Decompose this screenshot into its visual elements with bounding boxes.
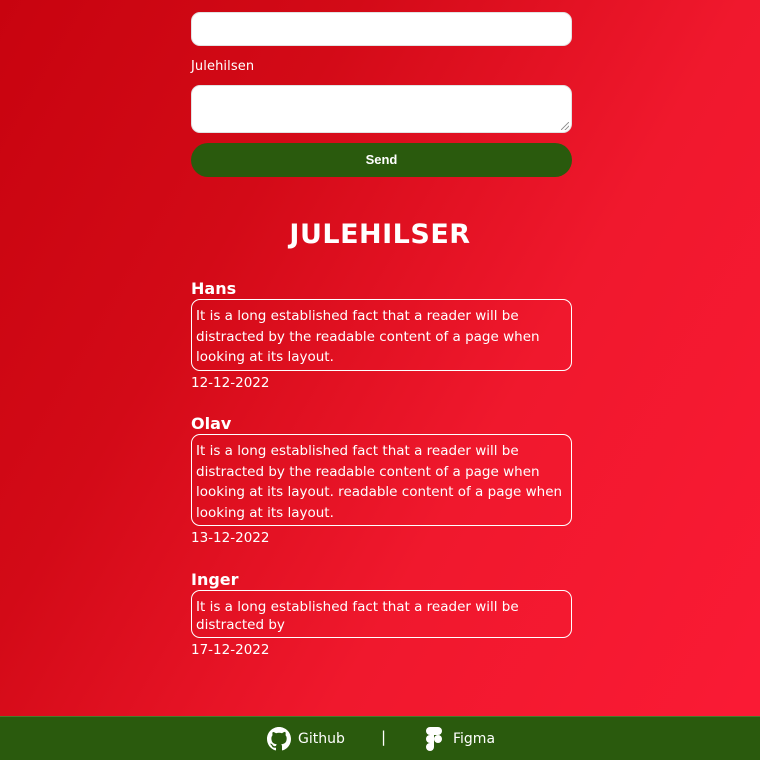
greeting-card: Inger It is a long established fact that… [191,570,572,660]
footer-separator: | [381,728,387,746]
github-link[interactable]: Github [267,717,345,760]
figma-label: Figma [453,731,496,747]
figma-icon [425,727,443,751]
greetings-title: JULEHILSER [289,219,471,250]
github-label: Github [298,731,345,747]
message-label: Julehilsen [191,59,255,74]
greeting-name: Olav [191,414,232,433]
message-textarea[interactable] [191,85,572,133]
resize-handle-icon[interactable] [561,122,569,130]
greeting-name: Hans [191,279,237,298]
greeting-name: Inger [191,570,239,589]
name-input[interactable] [191,12,572,46]
greeting-card: Hans It is a long established fact that … [191,279,572,393]
footer: Github | Figma [0,716,760,760]
greeting-date: 13-12-2022 [191,530,270,546]
greeting-message: It is a long established fact that a rea… [191,299,572,371]
figma-link[interactable]: Figma [425,717,495,760]
github-icon [267,727,291,751]
greeting-message: It is a long established fact that a rea… [191,590,572,638]
send-button[interactable]: Send [191,143,572,177]
greeting-date: 17-12-2022 [191,642,270,658]
greeting-date: 12-12-2022 [191,375,270,391]
greeting-message: It is a long established fact that a rea… [191,434,572,526]
greeting-card: Olav It is a long established fact that … [191,414,572,548]
